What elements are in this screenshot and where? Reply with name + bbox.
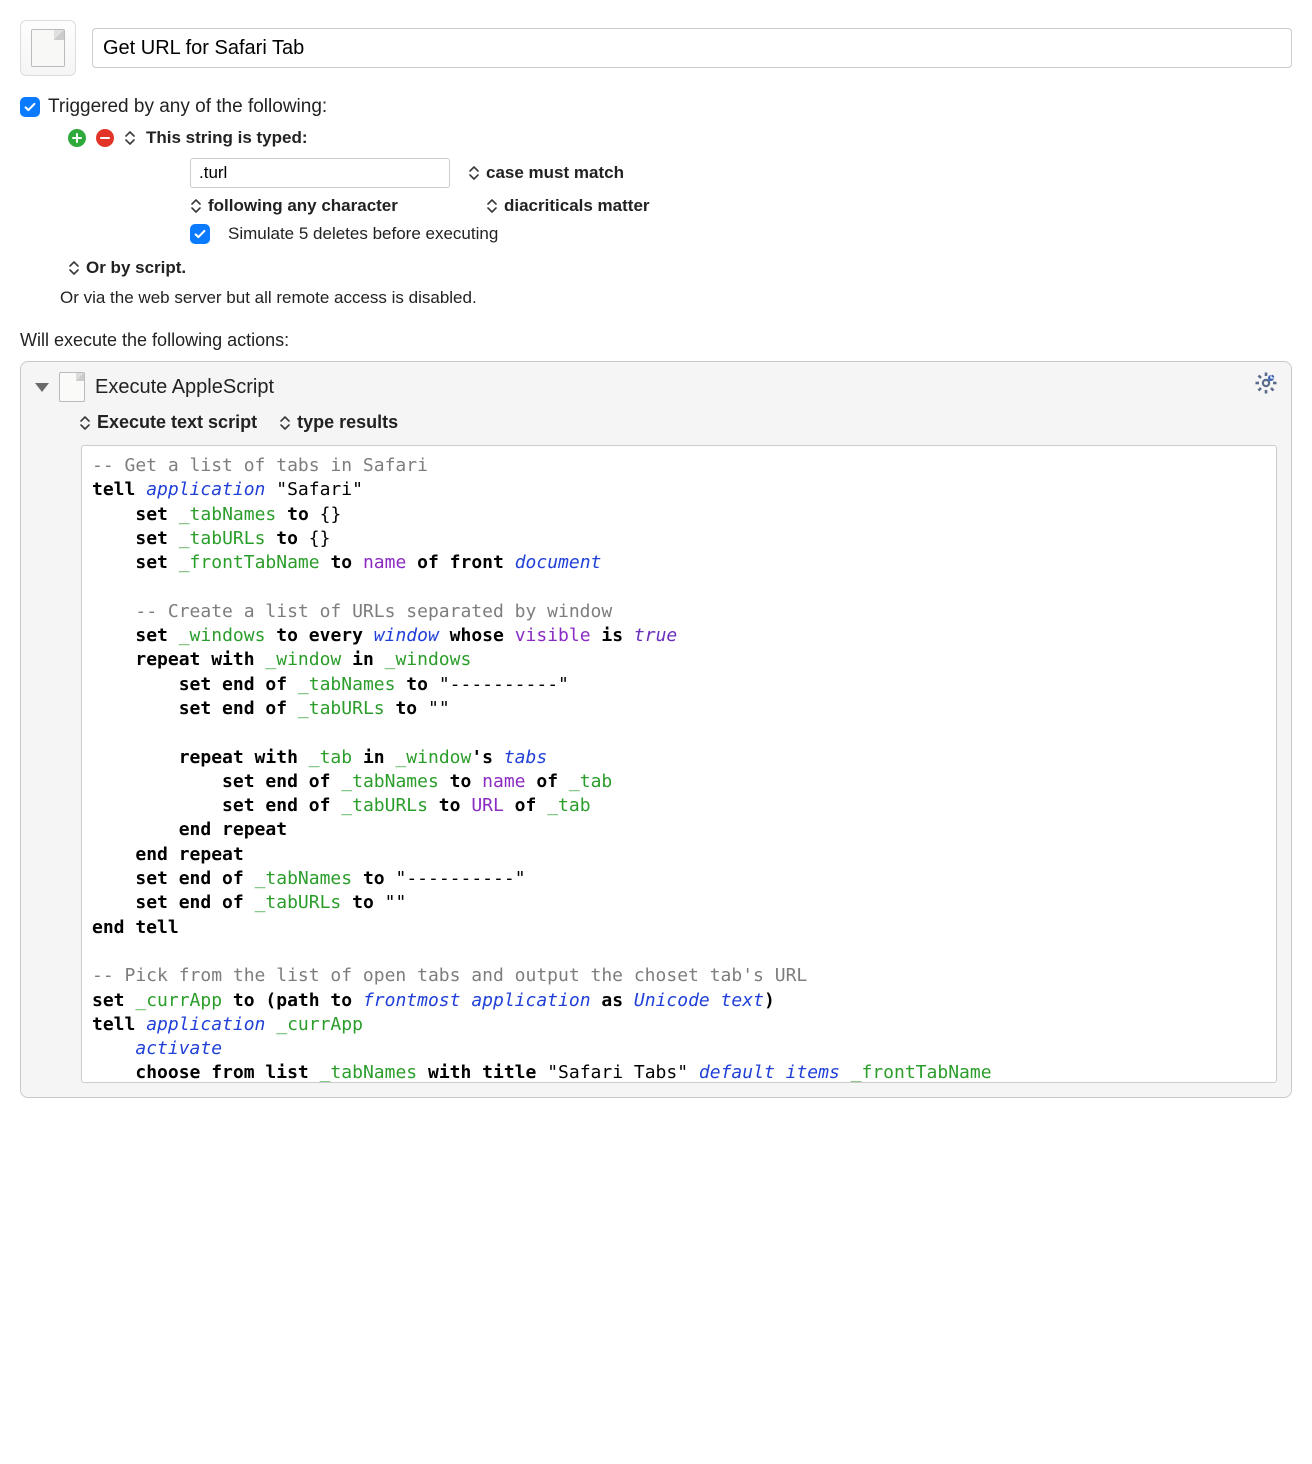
webserver-note: Or via the web server but all remote acc… — [60, 288, 1292, 308]
case-option-label: case must match — [486, 163, 624, 183]
actions-label: Will execute the following actions: — [20, 330, 1292, 351]
typed-string-input[interactable] — [190, 158, 450, 188]
action-subheader: Execute text script type results — [21, 412, 1291, 445]
following-option-label: following any character — [208, 196, 398, 216]
diacriticals-option-label: diacriticals matter — [504, 196, 650, 216]
following-option[interactable]: following any character — [190, 196, 468, 216]
trigger-type-stepper-icon[interactable] — [124, 130, 136, 146]
diacriticals-option[interactable]: diacriticals matter — [486, 196, 650, 216]
action-block: Execute AppleScript — [20, 361, 1292, 1098]
add-trigger-button[interactable] — [68, 129, 86, 147]
execute-mode-option[interactable]: Execute text script — [79, 412, 257, 433]
trigger-type-label[interactable]: This string is typed: — [146, 128, 308, 148]
action-header[interactable]: Execute AppleScript — [21, 362, 1291, 412]
case-option[interactable]: case must match — [468, 163, 624, 183]
macro-icon[interactable] — [20, 20, 76, 76]
result-mode-label: type results — [297, 412, 398, 433]
triggered-by-row: Triggered by any of the following: — [20, 96, 1292, 118]
macro-title-input[interactable] — [92, 28, 1292, 68]
triggered-enable-checkbox[interactable] — [20, 97, 40, 117]
gear-button[interactable] — [1253, 370, 1279, 396]
updown-icon — [279, 415, 291, 431]
triggered-by-label: Triggered by any of the following: — [48, 96, 327, 118]
updown-icon — [486, 198, 498, 214]
remove-trigger-button[interactable] — [96, 129, 114, 147]
title-row — [20, 20, 1292, 76]
or-by-script-row[interactable]: Or by script. — [68, 258, 1292, 278]
simulate-deletes-label: Simulate 5 deletes before executing — [228, 224, 498, 244]
trigger-details: case must match following any character … — [190, 158, 1292, 244]
script-text-area[interactable]: -- Get a list of tabs in Safari tell app… — [81, 445, 1277, 1083]
disclosure-triangle-icon[interactable] — [35, 383, 49, 392]
or-by-script-label: Or by script. — [86, 258, 186, 278]
applescript-icon — [59, 372, 85, 402]
trigger-row: This string is typed: — [68, 128, 1292, 148]
execute-mode-label: Execute text script — [97, 412, 257, 433]
updown-icon — [68, 260, 80, 276]
updown-icon — [190, 198, 202, 214]
updown-icon — [468, 165, 480, 181]
result-mode-option[interactable]: type results — [279, 412, 398, 433]
updown-icon — [79, 415, 91, 431]
action-title: Execute AppleScript — [95, 376, 274, 399]
simulate-deletes-checkbox[interactable] — [190, 224, 210, 244]
